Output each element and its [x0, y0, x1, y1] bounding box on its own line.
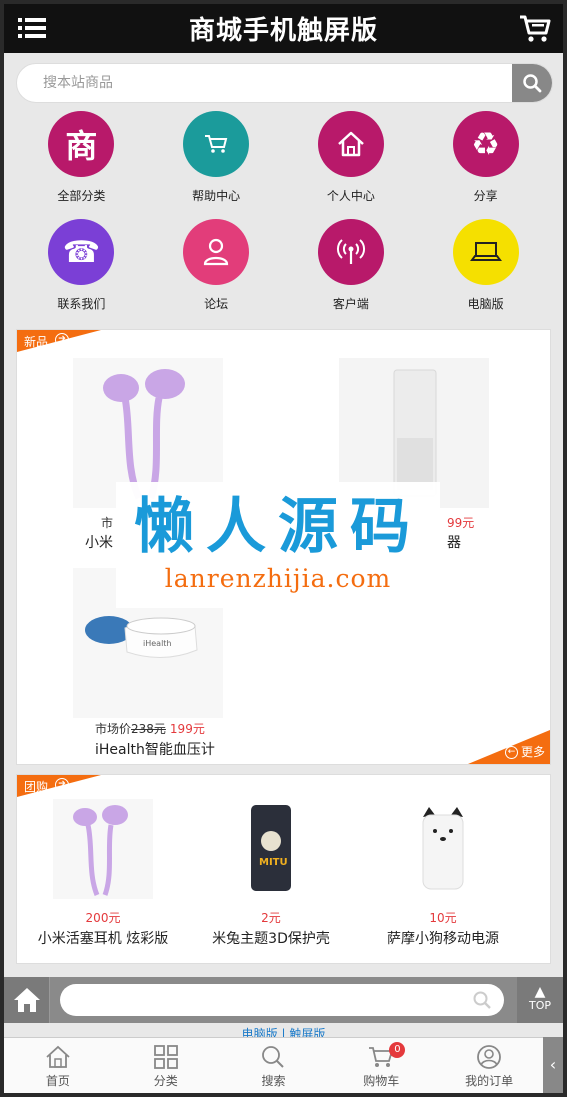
new-tag[interactable]: 新品 ➔: [17, 330, 101, 352]
footer-search-input[interactable]: [60, 984, 504, 1016]
svg-text:MITU: MITU: [259, 857, 288, 868]
nav-item-share[interactable]: ♻ 分享: [418, 111, 553, 215]
product-price: 市: [101, 516, 114, 530]
phone-icon: ☎: [48, 219, 115, 285]
nav-label: 客户端: [332, 297, 369, 311]
product-image-phone-case: MITU: [221, 799, 321, 899]
nav-item-client[interactable]: 客户端: [284, 219, 419, 323]
menu-icon[interactable]: [18, 17, 46, 39]
arrow-left-icon: ←: [505, 746, 518, 759]
product-name[interactable]: iHealth智能血压计: [95, 739, 215, 759]
nav-item-pc[interactable]: 电脑版: [418, 219, 553, 323]
group-buy-panel: 团购 ➔ 200元 小米活塞耳机 炫彩版 MITU 2元 米兔主题3D保护壳 1…: [16, 774, 551, 964]
nav-label: 个人中心: [326, 189, 375, 203]
nav-label: 电脑版: [467, 297, 504, 311]
nav-item-personal[interactable]: 个人中心: [284, 111, 419, 215]
collapse-arrow-icon[interactable]: ‹: [543, 1037, 563, 1093]
search-box: [16, 63, 553, 103]
shop-char-icon: 商: [48, 111, 115, 177]
nav-label: 论坛: [204, 297, 229, 311]
group-buy-item[interactable]: 200元 小米活塞耳机 炫彩版: [17, 775, 189, 963]
search-icon: [262, 1046, 285, 1068]
cart-count-badge: 0: [389, 1042, 406, 1058]
tab-cart[interactable]: 0 购物车: [327, 1038, 435, 1093]
user-circle-icon: [477, 1045, 501, 1069]
arrow-up-icon: ▲: [534, 984, 546, 1000]
recycle-icon: ♻: [452, 111, 519, 177]
home-icon: [13, 988, 40, 1012]
version-links[interactable]: 电脑版 | 触屏版: [4, 1023, 563, 1037]
home-button[interactable]: [4, 977, 50, 1023]
search-icon: [523, 74, 542, 93]
group-buy-item[interactable]: 10元 萨摩小狗移动电源: [357, 775, 529, 963]
bottom-tabbar: 首页 分类 搜索 0 购物车 我的订单: [4, 1037, 543, 1093]
cart-icon[interactable]: [519, 14, 551, 44]
user-icon: [183, 219, 250, 285]
laptop-icon: [452, 219, 519, 285]
nav-label: 联系我们: [57, 297, 106, 311]
footer-search-bar: ▲ TOP: [4, 977, 563, 1023]
category-icon: [153, 1045, 178, 1069]
search-button[interactable]: [512, 64, 552, 102]
product-image-earphones: [53, 799, 153, 899]
more-link[interactable]: ← 更多: [468, 730, 550, 764]
search-input[interactable]: [17, 64, 512, 102]
tab-home[interactable]: 首页: [4, 1038, 112, 1093]
nav-label: 全部分类: [57, 189, 106, 203]
tab-orders[interactable]: 我的订单: [435, 1038, 543, 1093]
nav-item-help[interactable]: 帮助中心: [149, 111, 284, 215]
back-to-top-button[interactable]: ▲ TOP: [517, 977, 563, 1023]
home-icon: [317, 111, 384, 177]
product-price: 市场价238元 199元: [95, 722, 205, 736]
product-name[interactable]: 器: [447, 532, 461, 552]
search-bar: [4, 53, 563, 103]
arrow-right-icon: ➔: [55, 333, 69, 347]
app-frame: 商城手机触屏版 商 全部分类: [4, 4, 563, 1093]
header: 商城手机触屏版: [4, 4, 563, 53]
group-buy-item[interactable]: MITU 2元 米兔主题3D保护壳: [185, 775, 357, 963]
search-icon: [473, 991, 491, 1009]
signal-icon: [317, 219, 384, 285]
nav-grid: 商 全部分类 帮助中心 个人中心 ♻ 分享 ☎ 联系我们 论坛 客户端 电脑版: [4, 103, 563, 323]
home-outline-icon: [46, 1045, 70, 1068]
footer-search-field[interactable]: [60, 984, 504, 1016]
nav-item-forum[interactable]: 论坛: [149, 219, 284, 323]
product-image-power-bank: [393, 799, 493, 899]
tab-category[interactable]: 分类: [112, 1038, 220, 1093]
nav-label: 分享: [473, 189, 498, 203]
tab-search[interactable]: 搜索: [220, 1038, 328, 1093]
watermark: 懒人源码 lanrenzhijia.com: [116, 482, 440, 608]
cart-icon: [183, 111, 250, 177]
page-title: 商城手机触屏版: [188, 16, 378, 46]
product-price: 99元: [447, 516, 475, 530]
product-name[interactable]: 小米: [85, 532, 113, 552]
nav-item-all-categories[interactable]: 商 全部分类: [14, 111, 149, 215]
nav-label: 帮助中心: [192, 189, 241, 203]
svg-text:iHealth: iHealth: [143, 639, 172, 648]
nav-item-contact[interactable]: ☎ 联系我们: [14, 219, 149, 323]
